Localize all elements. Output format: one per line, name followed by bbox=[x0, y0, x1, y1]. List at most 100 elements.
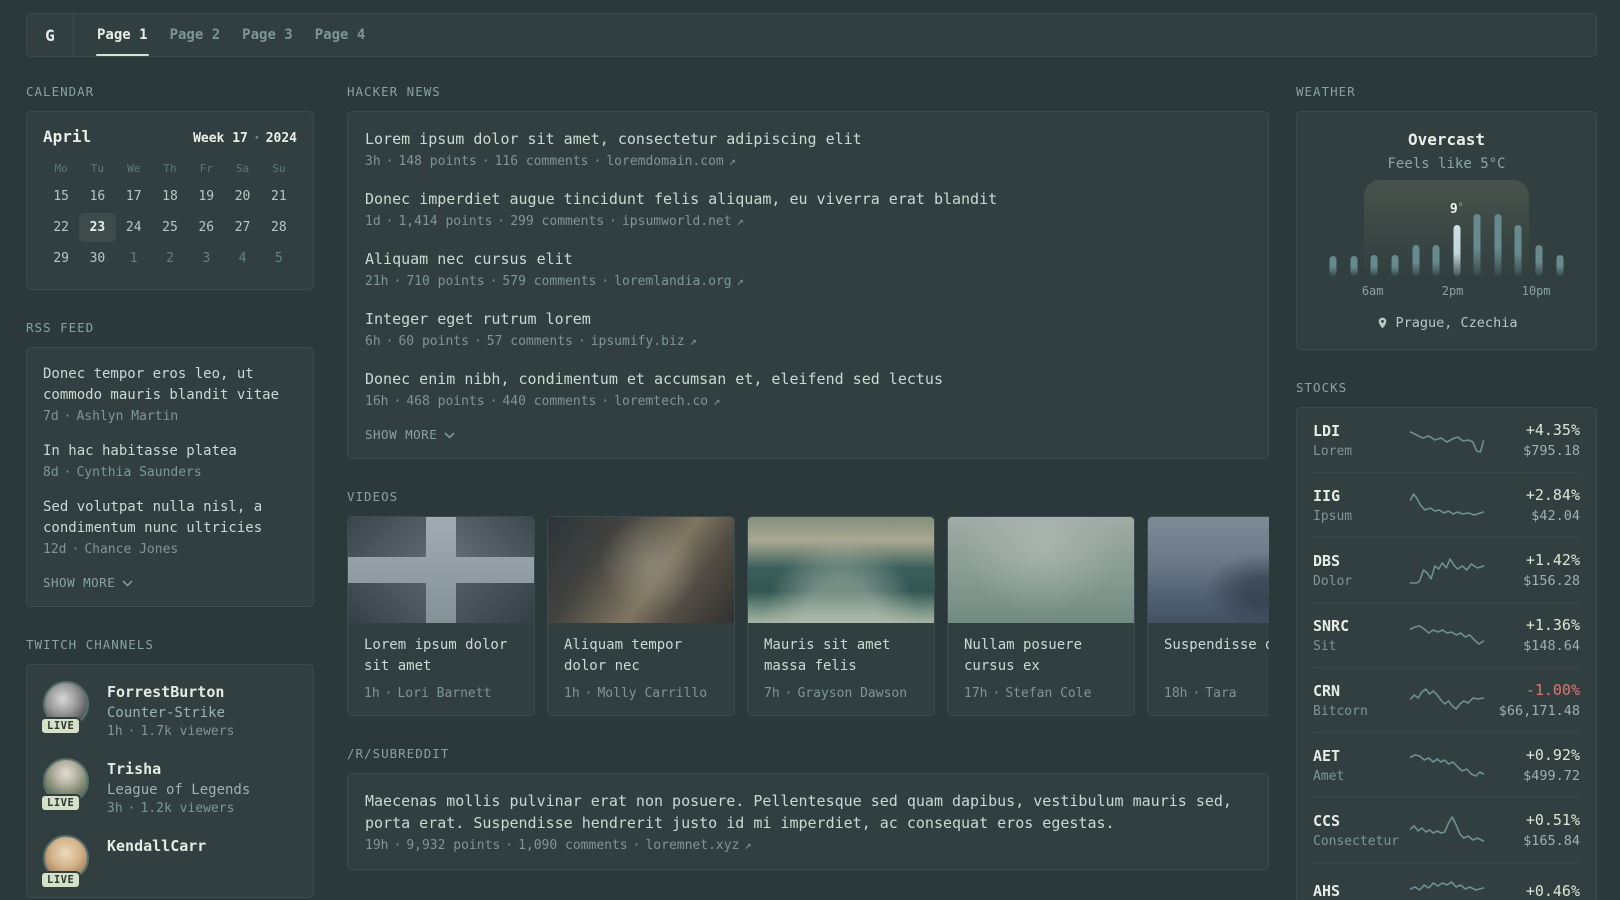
hacker-news-item-domain-link[interactable]: loremtech.co bbox=[614, 394, 708, 409]
video-thumbnail[interactable] bbox=[748, 517, 934, 623]
calendar-day: 30 bbox=[89, 251, 106, 266]
hacker-news-item-title[interactable]: Donec imperdiet augue tincidunt felis al… bbox=[365, 188, 1251, 210]
stock-right: -1.00% $66,171.48 bbox=[1488, 681, 1580, 719]
hacker-news-item-title[interactable]: Donec enim nibh, condimentum et accumsan… bbox=[365, 368, 1251, 390]
stock-price: $795.18 bbox=[1523, 443, 1580, 459]
external-link-icon: ↗ bbox=[744, 838, 752, 852]
hacker-news-item-title[interactable]: Integer eget rutrum lorem bbox=[365, 308, 1251, 330]
calendar-weekday: Su bbox=[272, 162, 286, 175]
hacker-news-item-meta: 3h · 148 points · 116 comments · loremdomain.c… bbox=[365, 154, 1251, 169]
stock-sparkline bbox=[1409, 876, 1485, 900]
separator-dot: · bbox=[481, 154, 490, 169]
weather-bar-cell: 9° bbox=[1446, 198, 1467, 276]
stock-row[interactable]: AET Amet +0.92% $499.72 bbox=[1313, 732, 1580, 797]
subreddit-item-title[interactable]: Maecenas mollis pulvinar erat non posuer… bbox=[365, 790, 1251, 834]
rss-card: Donec tempor eros leo, ut commodo mauris… bbox=[26, 347, 314, 607]
video-title[interactable]: Nullam posuere cursus ex bbox=[948, 623, 1134, 677]
stock-price: $66,171.48 bbox=[1498, 703, 1580, 719]
rss-item-source: Cynthia Saunders bbox=[76, 465, 202, 480]
stock-left: IIG Ipsum bbox=[1313, 487, 1405, 524]
video-thumbnail[interactable] bbox=[348, 517, 534, 623]
app-logo[interactable]: G bbox=[27, 14, 73, 56]
hacker-news-item-age: 21h bbox=[365, 274, 389, 289]
twitch-channel-name[interactable]: Trisha bbox=[107, 759, 250, 779]
hacker-news-item-title[interactable]: Aliquam nec cursus elit bbox=[365, 248, 1251, 270]
videos-section: VIDEOS Lorem ipsum dolor sit amet consec… bbox=[347, 489, 1269, 716]
stock-right: +0.46% bbox=[1488, 882, 1580, 900]
calendar-weekday: Tu bbox=[90, 162, 105, 175]
rss-item-age: 8d bbox=[43, 465, 59, 480]
rss-item-title[interactable]: Donec tempor eros leo, ut commodo mauris… bbox=[43, 364, 297, 406]
stock-row[interactable]: SNRC Sit +1.36% $148.64 bbox=[1313, 602, 1580, 667]
rss-item-meta: 8d · Cynthia Saunders bbox=[43, 465, 297, 480]
twitch-channel-row[interactable]: LIVE ForrestBurton Counter-Strike 1h · 1.7k v… bbox=[40, 681, 297, 739]
twitch-channel-row[interactable]: LIVE Trisha League of Legends 3h · 1.2k viewe… bbox=[40, 758, 297, 816]
weather-tick-label bbox=[1463, 284, 1482, 298]
stock-change: +0.51% bbox=[1525, 811, 1580, 829]
hacker-news-item-comments: 579 comments bbox=[502, 274, 597, 289]
chevron-down-icon bbox=[444, 432, 455, 439]
video-thumbnail[interactable] bbox=[548, 517, 734, 623]
stock-sparkline bbox=[1409, 685, 1485, 715]
map-pin-icon bbox=[1378, 317, 1386, 329]
section-label-twitch: TWITCH CHANNELS bbox=[26, 637, 154, 652]
rss-item-title[interactable]: Sed volutpat nulla nisl, a condimentum n… bbox=[43, 497, 297, 539]
video-thumbnail[interactable] bbox=[1148, 517, 1269, 623]
twitch-channel-name[interactable]: ForrestBurton bbox=[107, 682, 234, 702]
video-title[interactable]: Lorem ipsum dolor sit amet consectetu… bbox=[348, 623, 534, 677]
video-title[interactable]: Mauris sit amet massa felis bbox=[748, 623, 934, 677]
subreddit-item-domain-link[interactable]: loremnet.xyz bbox=[645, 838, 739, 853]
video-card: Lorem ipsum dolor sit amet consectetu…1h… bbox=[347, 516, 535, 716]
hacker-news-show-more-button[interactable]: SHOW MORE bbox=[365, 427, 1251, 442]
twitch-channel-name[interactable]: KendallCarr bbox=[107, 836, 206, 856]
hacker-news-item-domain-link[interactable]: ipsumify.biz bbox=[591, 334, 685, 349]
calendar-day: 23 bbox=[79, 213, 116, 242]
weather-location: Prague, Czechia bbox=[1395, 315, 1518, 331]
stock-price: $42.04 bbox=[1531, 508, 1580, 524]
weather-section: WEATHER Overcast Feels like 5°C 9° 6am 2p… bbox=[1296, 84, 1597, 350]
weather-tick-label bbox=[1342, 284, 1361, 298]
rss-item-age: 12d bbox=[43, 542, 67, 557]
separator-dot: · bbox=[609, 214, 617, 229]
live-badge: LIVE bbox=[40, 717, 82, 735]
twitch-avatar-wrap: LIVE bbox=[40, 835, 91, 889]
tab-page-1[interactable]: Page 1 bbox=[86, 14, 159, 56]
tab-page-3[interactable]: Page 3 bbox=[231, 14, 304, 56]
separator-dot: · bbox=[577, 334, 586, 349]
subreddit-item-list: Maecenas mollis pulvinar erat non posuer… bbox=[365, 790, 1251, 853]
video-thumbnail[interactable] bbox=[948, 517, 1134, 623]
stock-left: AET Amet bbox=[1313, 747, 1405, 784]
stock-right: +0.92% $499.72 bbox=[1488, 746, 1580, 784]
stock-row[interactable]: AHS +0.46% bbox=[1313, 862, 1580, 900]
hacker-news-item-domain-link[interactable]: loremdomain.com bbox=[606, 154, 723, 169]
twitch-channel-info: ForrestBurton Counter-Strike 1h · 1.7k viewe… bbox=[107, 681, 234, 739]
hacker-news-item: Aliquam nec cursus elit 21h · 710 points · 57… bbox=[365, 248, 1251, 289]
stock-row[interactable]: IIG Ipsum +2.84% $42.04 bbox=[1313, 472, 1580, 537]
tab-page-4[interactable]: Page 4 bbox=[304, 14, 377, 56]
calendar-day: 22 bbox=[53, 220, 69, 235]
stock-left: DBS Dolor bbox=[1313, 552, 1405, 589]
stock-change: +1.42% bbox=[1525, 551, 1580, 569]
tab-page-2[interactable]: Page 2 bbox=[159, 14, 232, 56]
calendar-day: 24 bbox=[125, 220, 142, 235]
rss-item-title[interactable]: In hac habitasse platea bbox=[43, 441, 297, 462]
stock-symbol: LDI bbox=[1313, 421, 1341, 440]
stock-symbol: IIG bbox=[1313, 486, 1341, 505]
rss-show-more-button[interactable]: SHOW MORE bbox=[43, 575, 297, 590]
hacker-news-item: Donec imperdiet augue tincidunt felis al… bbox=[365, 188, 1251, 229]
stock-row[interactable]: CRN Bitcorn -1.00% $66,171.48 bbox=[1313, 667, 1580, 732]
twitch-channel-row[interactable]: LIVE KendallCarr bbox=[40, 835, 297, 889]
video-title[interactable]: Suspendisse diam bbox=[1148, 623, 1269, 677]
stock-row[interactable]: CCS Consectetur +0.51% $165.84 bbox=[1313, 797, 1580, 862]
video-title[interactable]: Aliquam tempor dolor nec pharetra… bbox=[548, 623, 734, 677]
external-link-icon: ↗ bbox=[713, 394, 721, 408]
hacker-news-item-domain-link[interactable]: ipsumworld.net bbox=[622, 214, 732, 229]
stock-name: Bitcorn bbox=[1313, 703, 1368, 719]
stock-row[interactable]: DBS Dolor +1.42% $156.28 bbox=[1313, 537, 1580, 602]
calendar-day: 20 bbox=[234, 189, 251, 204]
rss-item: In hac habitasse platea 8d · Cynthia Saunde… bbox=[43, 441, 297, 480]
hacker-news-item-domain-link[interactable]: loremlandia.org bbox=[614, 274, 731, 289]
calendar-header: April Week 17 · 2024 bbox=[43, 127, 297, 146]
stock-row[interactable]: LDI Lorem +4.35% $795.18 bbox=[1313, 408, 1580, 472]
hacker-news-item-title[interactable]: Lorem ipsum dolor sit amet, consectetur … bbox=[365, 128, 1251, 150]
